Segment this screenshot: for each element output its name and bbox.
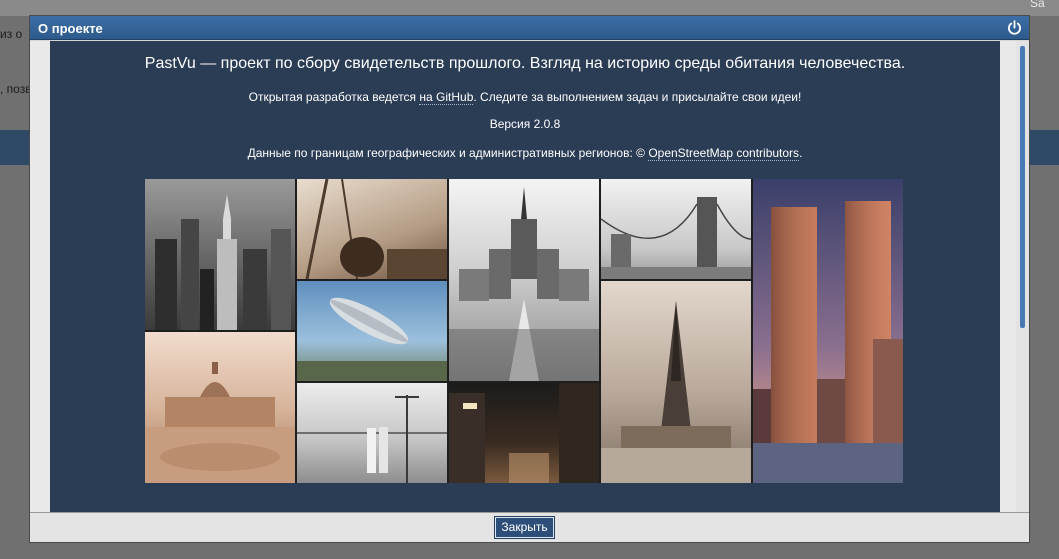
osm-line: Данные по границам географических и адми… (50, 146, 1000, 161)
background-top-strip (0, 0, 1059, 16)
dialog-title: О проекте (38, 21, 103, 36)
dialog-scrollbar[interactable] (1016, 41, 1029, 512)
osm-link[interactable]: OpenStreetMap contributors (648, 146, 800, 161)
photo-collage (145, 179, 903, 483)
photo-eiffel-tower (601, 281, 751, 483)
photo-bridge (601, 179, 751, 279)
version-text: Версия 2.0.8 (489, 117, 561, 131)
osm-text: . (799, 146, 803, 160)
photo-twin-towers (753, 179, 903, 483)
close-button[interactable]: Закрыть (494, 516, 555, 539)
dialog-footer: Закрыть (30, 512, 1029, 542)
dialog-header: О проекте (30, 16, 1029, 40)
scrollbar-thumb[interactable] (1020, 46, 1025, 328)
github-link[interactable]: на GitHub (419, 90, 474, 105)
dev-text: Открытая разработка ведется (248, 90, 420, 104)
background-text-fragment: Sa (1030, 0, 1045, 10)
headline: PastVu — проект по сбору свидетельств пр… (144, 55, 906, 72)
background-text-fragment: , позв (0, 82, 32, 96)
photo-airship (297, 281, 447, 381)
photo-shore (297, 383, 447, 483)
about-content: PastVu — проект по сбору свидетельств пр… (50, 41, 1000, 512)
dialog-body: PastVu — проект по сбору свидетельств пр… (30, 41, 1029, 512)
about-dialog: О проекте PastVu — проект по сбору свиде… (29, 15, 1030, 543)
osm-text: Данные по границам географических и адми… (247, 146, 649, 160)
photo-skyline (145, 179, 295, 330)
photo-msu-building (449, 179, 599, 381)
photo-ship-deck (297, 179, 447, 279)
background-text-fragment: из о (0, 27, 23, 41)
dev-text: . Следите за выполнением задач и присыла… (473, 90, 802, 104)
power-icon[interactable] (1006, 19, 1023, 36)
photo-night-street (449, 383, 599, 483)
dev-line: Открытая разработка ведется на GitHub. С… (50, 90, 1000, 105)
photo-square (145, 332, 295, 483)
